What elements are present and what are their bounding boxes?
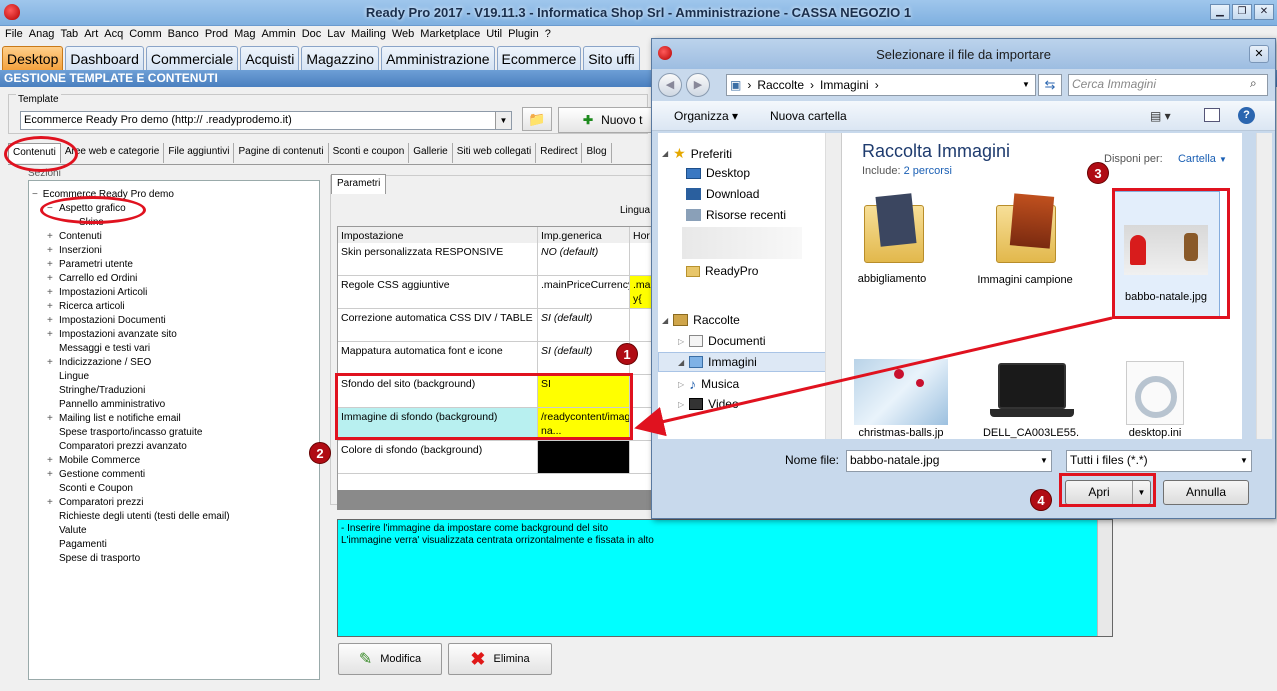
annotation-badge-4: 4	[1030, 489, 1052, 511]
annotation-badge-2: 2	[309, 442, 331, 464]
annotation-arrow	[634, 316, 1113, 437]
annotation-badge-3: 3	[1087, 162, 1109, 184]
annotation-badge-1: 1	[616, 343, 638, 365]
